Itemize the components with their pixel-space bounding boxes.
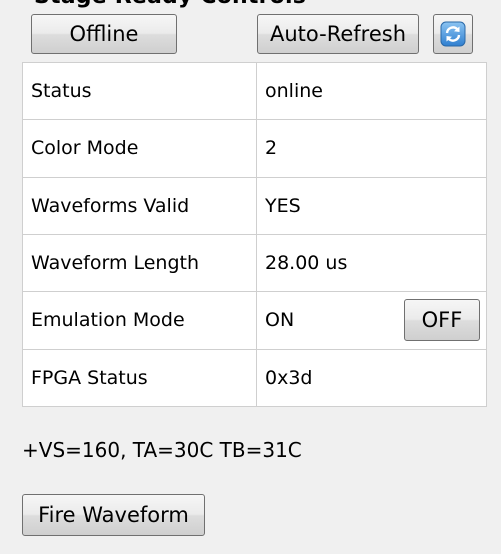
- row-label: Color Mode: [22, 119, 257, 178]
- offline-button[interactable]: Offline: [31, 14, 177, 54]
- fire-waveform-button[interactable]: Fire Waveform: [22, 494, 205, 536]
- row-label: FPGA Status: [22, 348, 257, 408]
- status-table: Status online Color Mode 2 Waveforms Val…: [22, 61, 487, 408]
- row-value-with-button: ON OFF: [256, 291, 487, 350]
- row-value: 0x3d: [256, 348, 487, 408]
- refresh-button[interactable]: [433, 14, 473, 54]
- row-label: Waveforms Valid: [22, 176, 257, 235]
- row-value: online: [256, 61, 487, 121]
- row-value: 2: [256, 119, 487, 178]
- table-row: Waveforms Valid YES: [22, 176, 487, 235]
- table-row: FPGA Status 0x3d: [22, 348, 487, 408]
- emulation-off-button[interactable]: OFF: [404, 299, 480, 342]
- row-value: YES: [256, 176, 487, 235]
- row-value: 28.00 us: [256, 233, 487, 293]
- table-row: Status online: [22, 61, 487, 121]
- table-row: Waveform Length 28.00 us: [22, 233, 487, 293]
- row-value: ON: [265, 309, 295, 332]
- voltage-temperature-status: +VS=160, TA=30C TB=31C: [22, 438, 302, 462]
- row-label: Status: [22, 61, 257, 121]
- refresh-icon: [440, 21, 466, 47]
- table-row: Color Mode 2: [22, 119, 487, 178]
- row-label: Emulation Mode: [22, 291, 257, 350]
- clipped-header-text: Stage Ready Controls: [0, 0, 501, 8]
- auto-refresh-button[interactable]: Auto-Refresh: [257, 14, 419, 54]
- table-row: Emulation Mode ON OFF: [22, 291, 487, 350]
- header-text: Stage Ready Controls: [34, 0, 306, 8]
- row-label: Waveform Length: [22, 233, 257, 293]
